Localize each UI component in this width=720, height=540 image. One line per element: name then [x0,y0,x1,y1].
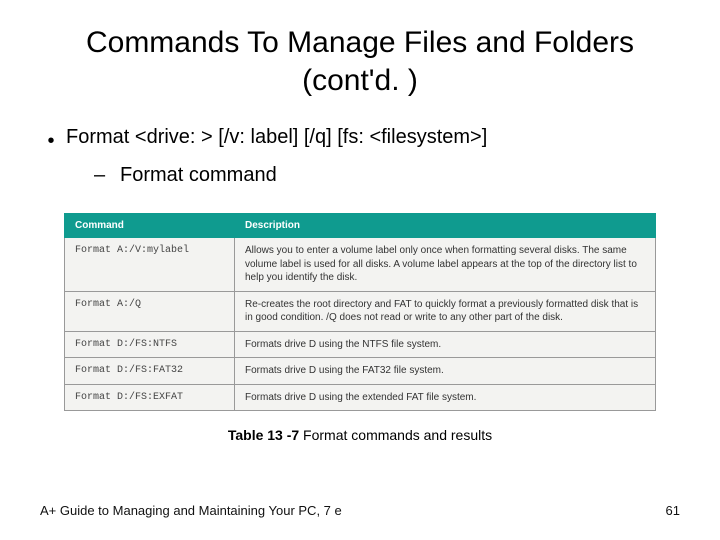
bullet-dot-icon: • [46,123,56,155]
table-row: Format A:/Q Re-creates the root director… [65,291,656,331]
bullet-level-2: – Format command [94,161,680,189]
slide-title: Commands To Manage Files and Folders (co… [80,24,640,99]
table-row: Format D:/FS:FAT32 Formats drive D using… [65,358,656,385]
cell-description: Formats drive D using the NTFS file syst… [235,331,656,358]
cell-command: Format A:/Q [65,291,235,331]
table-header-description: Description [235,214,656,238]
bullet-dash-icon: – [94,161,110,189]
table-row: Format A:/V:mylabel Allows you to enter … [65,238,656,292]
cell-description: Re-creates the root directory and FAT to… [235,291,656,331]
commands-table: Command Description Format A:/V:mylabel … [64,213,656,411]
table-row: Format D:/FS:NTFS Formats drive D using … [65,331,656,358]
caption-text: Format commands and results [299,427,492,443]
page-number: 61 [666,503,680,518]
cell-command: Format D:/FS:FAT32 [65,358,235,385]
caption-label: Table 13 -7 [228,427,299,443]
table-row: Format D:/FS:EXFAT Formats drive D using… [65,384,656,411]
table-wrapper: Command Description Format A:/V:mylabel … [64,213,656,411]
footer-source: A+ Guide to Managing and Maintaining You… [40,503,342,518]
bullet-2-text: Format command [120,161,277,189]
bullet-level-1: • Format <drive: > [/v: label] [/q] [fs:… [46,123,680,155]
cell-description: Formats drive D using the FAT32 file sys… [235,358,656,385]
table-caption: Table 13 -7 Format commands and results [40,427,680,443]
cell-command: Format D:/FS:NTFS [65,331,235,358]
bullet-list: • Format <drive: > [/v: label] [/q] [fs:… [46,123,680,189]
slide-footer: A+ Guide to Managing and Maintaining You… [40,503,680,518]
cell-command: Format D:/FS:EXFAT [65,384,235,411]
cell-description: Allows you to enter a volume label only … [235,238,656,292]
bullet-1-text: Format <drive: > [/v: label] [/q] [fs: <… [66,123,487,155]
table-header-command: Command [65,214,235,238]
cell-description: Formats drive D using the extended FAT f… [235,384,656,411]
cell-command: Format A:/V:mylabel [65,238,235,292]
